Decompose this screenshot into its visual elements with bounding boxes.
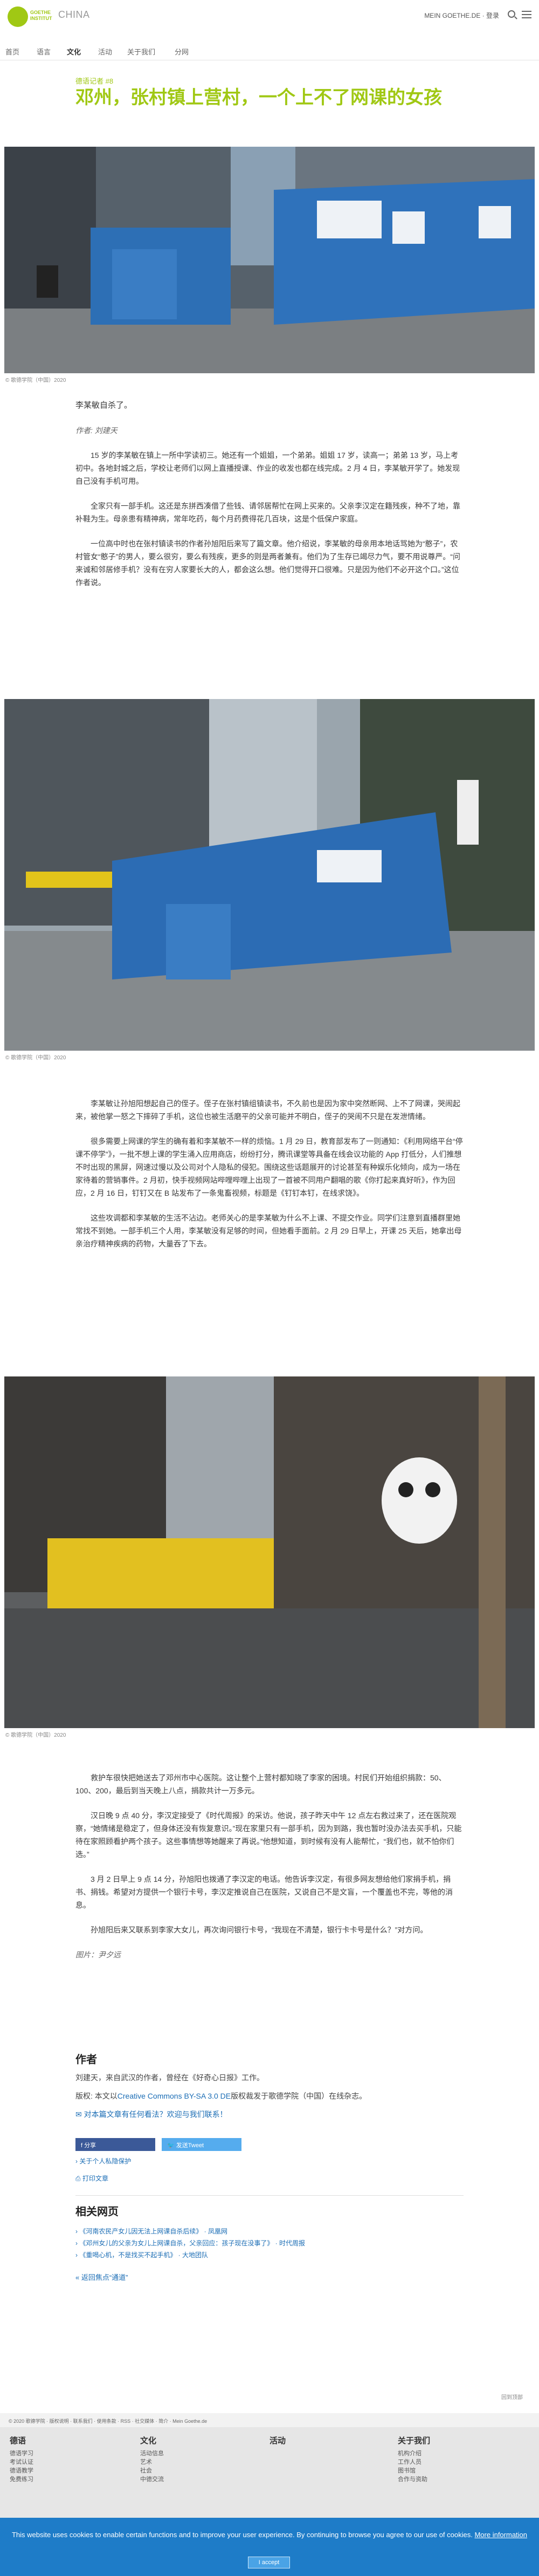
article-byline: 作者: 刘建天 [75, 426, 118, 435]
footer-link[interactable]: 德语教学 [10, 2466, 33, 2475]
feedback-link[interactable]: ✉ 对本篇文章有任何看法？欢迎与我们联系！ [75, 2109, 227, 2120]
print-label: 打印文章 [82, 2175, 108, 2182]
footer-link[interactable]: 免费练习 [10, 2475, 33, 2483]
checkpoint-photo-graphic [4, 699, 535, 1051]
back-link-label: 返回焦点“通道” [81, 2273, 128, 2282]
paragraph: 李某敏让孙旭阳想起自己的侄子。侄子在张村镇组镇读书，不久前也是因为家中突然断网、… [75, 1099, 460, 1121]
related-link[interactable]: › 《河南农民产女儿因无法上网课自杀后续》 · 凤凰网 [75, 2226, 227, 2236]
facebook-share-button[interactable]: f 分享 [75, 2138, 155, 2151]
paragraph: 救护车很快把她送去了邓州市中心医院。这让整个上营村都知晓了李家的困境。村民们开始… [75, 1773, 446, 1795]
page: GOETHE INSTITUT CHINA MEIN GOETHE.DE · 登… [0, 0, 539, 2576]
article-body-1: 李某敏自杀了。 作者: 刘建天 15 岁的李某敏在镇上一所中学读初三。她还有一个… [75, 399, 464, 601]
author-heading: 作者 [75, 2054, 97, 2066]
paragraph: 很多需要上网课的学生的确有着和李某敏不一样的烦恼。1 月 29 日，教育部发布了… [75, 1137, 463, 1197]
article-body-2: 李某敏让孙旭阳想起自己的侄子。侄子在张村镇组镇读书，不久前也是因为家中突然断网、… [75, 1097, 464, 1262]
article-photo-barricade [4, 147, 535, 373]
site-header: GOETHE INSTITUT CHINA MEIN GOETHE.DE · 登… [0, 0, 539, 33]
related-link[interactable]: › 《邓州女儿的父亲为女儿上网课自杀，父亲回应：孩子现在没事了》 · 时代周报 [75, 2238, 305, 2248]
nav-item-language[interactable]: 语言 [37, 46, 51, 57]
photo-caption: © 歌德学院（中国）2020 [5, 1055, 66, 1061]
article-lead: 李某敏自杀了。 [75, 401, 133, 410]
article-photo-checkpoint [4, 699, 535, 1051]
photographer-credit: 图片：尹夕远 [75, 1950, 121, 1959]
article-kicker: 德语记者 #8 [75, 77, 114, 85]
paragraph: 3 月 2 日早上 9 点 14 分，孙旭阳也拨通了李汉定的电话。他告诉李汉定，… [75, 1875, 453, 1909]
mail-icon: ✉ [75, 2110, 84, 2119]
footer-link[interactable]: 考试认证 [10, 2457, 33, 2466]
footer-link[interactable]: 工作人员 [398, 2457, 421, 2466]
related-link-label: 《邓州女儿的父亲为女儿上网课自杀，父亲回应：孩子现在没事了》 · 时代周报 [79, 2239, 306, 2247]
paragraph: 一位高中时也在张村镇读书的作者孙旭阳后来写了篇文章。他介绍说，李某敏的母亲用本地… [75, 539, 460, 587]
article-body-3: 救护车很快把她送去了邓州市中心医院。这让整个上营村都知晓了李家的困境。村民们开始… [75, 1771, 464, 1973]
facebook-share-label: 分享 [84, 2142, 96, 2149]
footer-col-heading: 关于我们 [398, 2436, 431, 2445]
main-nav: 首页 语言 文化 活动 关于我们 分网 [0, 42, 539, 60]
footer-link[interactable]: 艺术 [140, 2457, 152, 2466]
footer-link[interactable]: 图书馆 [398, 2466, 416, 2475]
nav-item-culture[interactable]: 文化 [67, 46, 81, 57]
nav-item-about[interactable]: 关于我们 [127, 46, 155, 57]
footer-top: 回到顶部 © 2020 歌德学院 · 版权说明 · 联系我们 · 使用条款 · … [0, 2389, 539, 2427]
nav-item-home[interactable]: 首页 [5, 46, 19, 57]
paragraph: 汉日晚 9 点 40 分，李汉定接受了《时代周报》的采访。他说，孩子昨天中午 1… [75, 1811, 462, 1859]
back-to-focus-link[interactable]: « 返回焦点“通道” [75, 2272, 128, 2282]
related-link-label: 《河南农民产女儿因无法上网课自杀后续》 · 凤凰网 [79, 2228, 228, 2235]
license-line: 版权: 本文以Creative Commons BY-SA 3.0 DE版权裁发… [75, 2091, 367, 2101]
street-photo-graphic [4, 1376, 535, 1728]
nav-item-branches[interactable]: 分网 [175, 46, 189, 57]
footer-link[interactable]: 机构介绍 [398, 2449, 421, 2457]
paragraph: 孙旭阳后来又联系到李家大女儿，再次询问银行卡号，“我现在不清楚，银行卡卡号是什么… [91, 1926, 428, 1934]
article-title: 邓州，张村镇上营村，一个上不了网课的女孩 [75, 87, 442, 108]
footer-col-heading: 活动 [270, 2436, 286, 2445]
photo-caption: © 歌德学院（中国）2020 [5, 378, 66, 383]
cookie-banner: This website uses cookies to enable cert… [0, 2518, 539, 2576]
author-bio: 刘建天，来自武汉的作者，曾经在《好奇心日报》工作。 [75, 2073, 264, 2082]
footer-link[interactable]: 社会 [140, 2466, 152, 2475]
article-photo-street [4, 1376, 535, 1728]
license-suffix: 版权裁发于歌德学院（中国）在线杂志。 [231, 2092, 367, 2100]
related-heading: 相关网页 [75, 2206, 119, 2218]
divider [75, 2195, 464, 2196]
license-link[interactable]: Creative Commons BY-SA 3.0 DE [118, 2092, 231, 2100]
related-link-label: 《重喝心机，不是找买不起手机》 · 大地团队 [79, 2251, 209, 2259]
cookie-message: This website uses cookies to enable cert… [11, 2531, 473, 2539]
photo-caption: © 歌德学院（中国）2020 [5, 1732, 66, 1738]
print-icon: ⎙ [75, 2175, 82, 2182]
cookie-more-link[interactable]: More information [474, 2531, 527, 2539]
cookie-accept-button[interactable]: I accept [248, 2557, 290, 2568]
footer-link[interactable]: 德语学习 [10, 2449, 33, 2457]
barricade-photo-graphic [4, 147, 535, 373]
twitter-share-label: 发送Tweet [176, 2142, 204, 2149]
twitter-icon: 🐦 [167, 2142, 176, 2149]
privacy-label: 关于个人私隐保护 [79, 2157, 132, 2165]
menu-icon[interactable] [522, 11, 531, 18]
paragraph: 15 岁的李某敏在镇上一所中学读初三。她还有一个姐姐，一个弟弟。姐姐 17 岁，… [75, 451, 460, 485]
twitter-share-button[interactable]: 🐦 发送Tweet [162, 2138, 241, 2151]
logo-text: GOETHE INSTITUT [30, 10, 52, 21]
feedback-label: 对本篇文章有任何看法？欢迎与我们联系！ [84, 2110, 227, 2119]
footer-col-heading: 德语 [10, 2436, 26, 2445]
print-link[interactable]: ⎙ 打印文章 [75, 2174, 108, 2183]
footer-col-heading: 文化 [140, 2436, 157, 2445]
search-icon[interactable] [508, 10, 515, 18]
related-link[interactable]: › 《重喝心机，不是找买不起手机》 · 大地团队 [75, 2250, 208, 2259]
privacy-link[interactable]: › 关于个人私隐保护 [75, 2156, 131, 2166]
goethe-logo-icon[interactable] [8, 6, 28, 27]
footer-links[interactable]: © 2020 歌德学院 · 版权说明 · 联系我们 · 使用条款 · RSS ·… [0, 2413, 539, 2427]
back-to-top-link[interactable]: 回到顶部 [501, 2393, 523, 2401]
footer-link[interactable]: 中德交流 [140, 2475, 164, 2483]
license-prefix: 版权: 本文以 [75, 2092, 118, 2100]
footer-link[interactable]: 活动信息 [140, 2449, 164, 2457]
account-link[interactable]: MEIN GOETHE.DE · 登录 [424, 11, 499, 20]
cookie-text: This website uses cookies to enable cert… [9, 2530, 530, 2540]
paragraph: 这些攻调都和李某敏的生活不沾边。老师关心的是李某敏为什么不上课、不提交作业。同学… [75, 1214, 462, 1248]
footer-link[interactable]: 合作与资助 [398, 2475, 427, 2483]
paragraph: 全家只有一部手机。这还是东拼西凑借了些钱、请邻居帮忙在网上买来的。父亲李汉定在籍… [75, 502, 460, 523]
country-label: CHINA [58, 9, 90, 20]
nav-item-events[interactable]: 活动 [98, 46, 112, 57]
